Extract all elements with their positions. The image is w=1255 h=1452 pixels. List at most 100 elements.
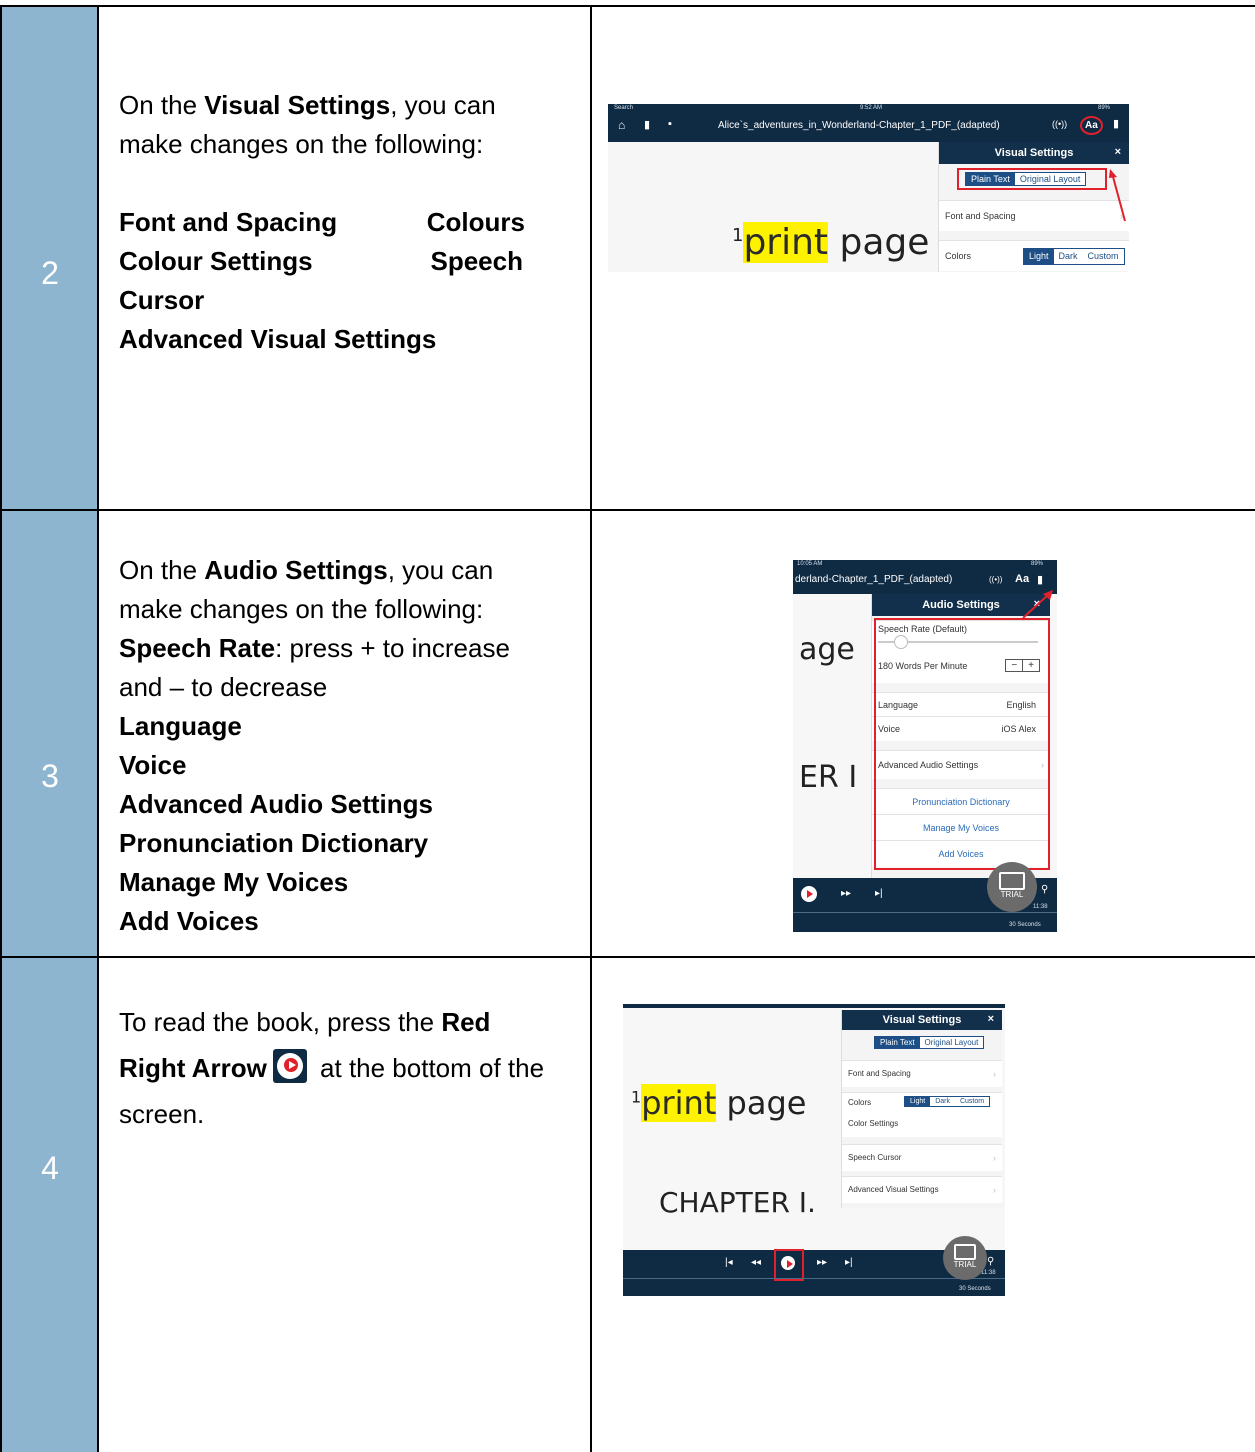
status-bar: 10:05 AM 89% derland-Chapter_1_PDF_(adap… [793, 560, 1057, 594]
page-text: 1print page [631, 1084, 806, 1122]
audio-icon[interactable]: ((•)) [989, 575, 1002, 584]
colors-row: Colors Light Dark Custom Color Settings [842, 1092, 1002, 1137]
advanced-visual-row[interactable]: Advanced Visual Settings › [842, 1176, 1002, 1203]
seconds-label: 30 Seconds [959, 1286, 991, 1292]
color-toggle[interactable]: Light Dark Custom [904, 1096, 991, 1107]
chevron-right-icon: › [993, 1185, 996, 1195]
bookmark-icon[interactable]: ▮ [1113, 117, 1119, 130]
dark-option[interactable]: Dark [1053, 249, 1083, 264]
highlight-box [957, 168, 1107, 190]
speech-cursor-row[interactable]: Speech Cursor › [842, 1144, 1002, 1171]
table-border [0, 5, 2, 1452]
item: Manage My Voices [119, 867, 349, 897]
red-arrow-icon [1109, 169, 1126, 222]
status-battery: 89% [1031, 561, 1044, 567]
close-icon[interactable]: × [988, 1013, 994, 1025]
toggle-icon[interactable]: ▪ [668, 118, 672, 130]
page-sup: 1 [631, 1087, 642, 1107]
item: Speech [430, 246, 524, 276]
status-time: 9:52 AM [860, 105, 883, 111]
search-icon[interactable]: ⚲ [1041, 884, 1048, 895]
search-icon[interactable]: ⚲ [987, 1256, 994, 1267]
step-2-text: On the Visual Settings, you can make cha… [119, 86, 559, 359]
light-option[interactable]: Light [1024, 249, 1054, 264]
status-time: 10:05 AM [797, 561, 823, 567]
panel-header: Visual Settings [842, 1010, 1002, 1030]
font-spacing-row[interactable]: Font and Spacing › [939, 200, 1129, 231]
row-label: Font and Spacing [945, 211, 1016, 221]
panel-title: Visual Settings [882, 1014, 962, 1026]
play-button[interactable] [801, 886, 817, 902]
step-number: 3 [41, 758, 59, 794]
text-settings-button[interactable]: Aa [1080, 116, 1103, 135]
chevron-right-icon: › [993, 1069, 996, 1079]
intro-prefix: On the [119, 555, 205, 585]
document-icon[interactable]: ▮ [644, 118, 650, 131]
top-strip [623, 1004, 1005, 1008]
color-toggle[interactable]: Light Dark Custom [1023, 248, 1125, 265]
panel-header: Visual Settings [939, 142, 1129, 164]
row-label: Font and Spacing [848, 1069, 911, 1078]
item: Colours [426, 207, 525, 237]
step-number: 2 [41, 255, 59, 291]
trial-badge: TRIAL [987, 862, 1037, 912]
fast-forward-icon[interactable]: ▸▸ [817, 1257, 827, 1268]
status-battery: 89% [1098, 105, 1111, 111]
skip-start-icon[interactable]: |◂ [725, 1257, 733, 1268]
intro: On the Visual Settings, you can make cha… [119, 86, 559, 164]
item: Advanced Audio Settings [119, 789, 433, 819]
audio-icon[interactable]: ((•)) [1052, 119, 1067, 129]
highlight-box [874, 618, 1050, 870]
dark-option[interactable]: Dark [930, 1097, 955, 1106]
highlighted-word: print [641, 1084, 717, 1122]
color-settings-label[interactable]: Color Settings [848, 1119, 898, 1128]
plain-text-option[interactable]: Plain Text [875, 1037, 920, 1048]
original-layout-option[interactable]: Original Layout [919, 1037, 984, 1048]
fast-forward-icon[interactable]: ▸▸ [841, 888, 851, 899]
row-label: Colors [945, 251, 972, 261]
visual-settings-screenshot: Search 9:52 AM 89% ⌂ ▮ ▪ Alice`s_adventu… [608, 104, 1129, 272]
number-column [2, 6, 98, 1452]
settings-panel: Visual Settings × Plain Text Original La… [938, 142, 1129, 272]
light-option[interactable]: Light [905, 1097, 931, 1106]
font-spacing-row[interactable]: Font and Spacing › [842, 1060, 1002, 1087]
item: Add Voices [119, 906, 259, 936]
bookmark-icon[interactable]: ▮ [1037, 573, 1043, 586]
close-icon[interactable]: × [1115, 146, 1121, 158]
skip-end-icon[interactable]: ▸| [875, 888, 883, 899]
page-word: page [839, 222, 930, 263]
table-border [97, 5, 99, 1452]
document-title: derland-Chapter_1_PDF_(adapted) [795, 574, 953, 585]
text-settings-button[interactable]: Aa [1015, 573, 1029, 585]
table-border [590, 5, 592, 1452]
custom-option[interactable]: Custom [954, 1097, 990, 1106]
row-label: Colors [848, 1098, 872, 1107]
rewind-icon[interactable]: ◂◂ [751, 1257, 761, 1268]
page-sup: 1 [732, 225, 744, 246]
table-border [0, 509, 1255, 511]
table-border [0, 5, 1255, 7]
seconds-label: 30 Seconds [1009, 922, 1041, 928]
time-label: 11:38 [1033, 904, 1048, 910]
speech-rate-line: Speech Rate: press + to increase and – t… [119, 629, 559, 707]
status-left: Search [614, 105, 634, 111]
table-border [0, 956, 1255, 958]
step-3-text: On the Audio Settings, you can make chan… [119, 551, 559, 941]
home-icon[interactable]: ⌂ [618, 118, 625, 132]
custom-option[interactable]: Custom [1082, 249, 1124, 264]
progress-track[interactable] [793, 912, 1057, 913]
skip-end-icon[interactable]: ▸| [845, 1257, 853, 1268]
step-4-text: To read the book, press the Red Right Ar… [119, 999, 559, 1137]
row-label: Speech Cursor [848, 1153, 902, 1162]
document-title: Alice`s_adventures_in_Wonderland-Chapter… [718, 120, 1000, 131]
item: Advanced Visual Settings [119, 324, 437, 354]
layout-toggle[interactable]: Plain Text Original Layout [874, 1036, 985, 1049]
intro-bold: Audio Settings [204, 555, 388, 585]
status-bar: Search 9:52 AM 89% ⌂ ▮ ▪ Alice`s_adventu… [608, 104, 1129, 142]
trial-badge: TRIAL [943, 1236, 987, 1280]
page-word: page [726, 1084, 807, 1122]
row-label: Advanced Visual Settings [848, 1185, 939, 1194]
time-label: 11:38 [981, 1270, 996, 1276]
progress-track[interactable] [623, 1278, 1005, 1279]
settings-panel: Visual Settings × Plain Text Original La… [841, 1010, 1002, 1208]
